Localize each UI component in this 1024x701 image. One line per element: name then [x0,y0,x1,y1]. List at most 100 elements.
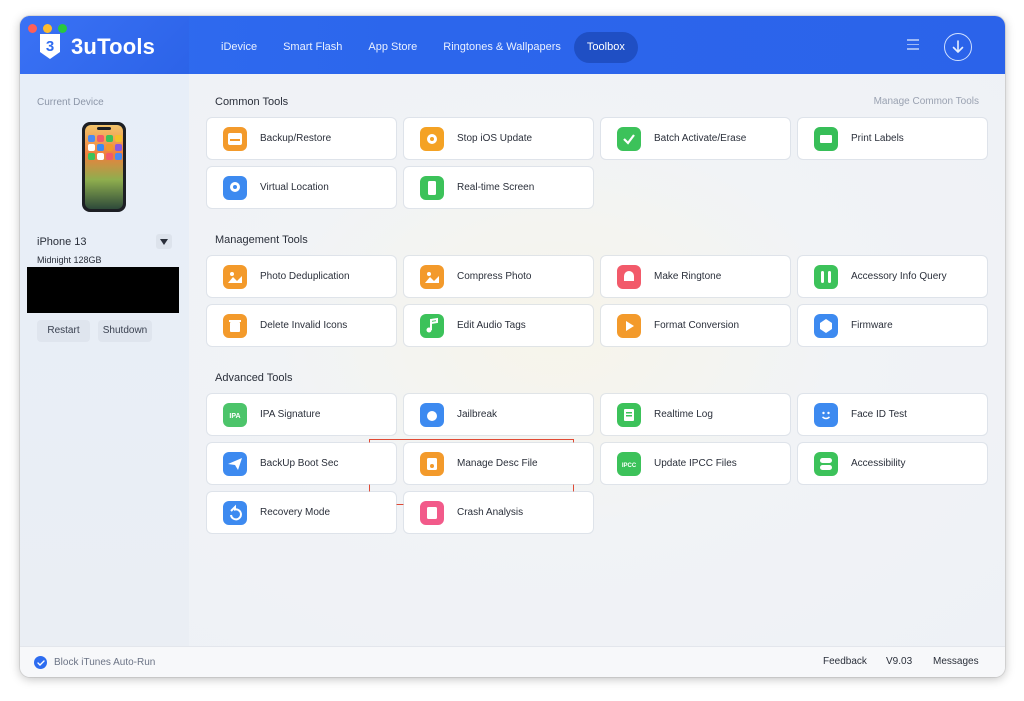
download-button[interactable] [944,33,972,61]
file-icon [420,451,444,476]
tool-ipa-signature[interactable]: IPA IPA Signature [207,394,396,435]
shield-check-icon [617,126,641,151]
manage-common-tools-link[interactable]: Manage Common Tools [874,96,979,107]
trash-icon [223,313,247,338]
caret-down-icon [160,238,168,245]
tool-label: Manage Desc File [457,458,538,469]
tool-accessory-info-query[interactable]: Accessory Info Query [798,256,987,297]
tool-label: Real-time Screen [457,182,535,193]
tool-label: Firmware [851,320,893,331]
tool-backup-boot-sec[interactable]: BackUp Boot Sec [207,443,396,484]
messages-link[interactable]: Messages [933,656,979,667]
device-name: iPhone 13 [37,236,87,248]
tool-virtual-location[interactable]: Virtual Location [207,167,396,208]
tool-backup-restore[interactable]: Backup/Restore [207,118,396,159]
tool-label: Backup/Restore [260,133,332,144]
tab-smart-flash[interactable]: Smart Flash [270,32,355,63]
tab-toolbox[interactable]: Toolbox [573,32,638,63]
tool-photo-deduplication[interactable]: Photo Deduplication [207,256,396,297]
tool-label: BackUp Boot Sec [260,458,339,469]
tool-recovery-mode[interactable]: Recovery Mode [207,492,396,533]
tool-print-labels[interactable]: Print Labels [798,118,987,159]
tool-label: Batch Activate/Erase [654,133,747,144]
tab-app-store[interactable]: App Store [355,32,430,63]
crash-icon [420,500,444,525]
common-tools-heading: Common Tools [215,96,289,108]
minimize-window-button[interactable] [43,24,52,33]
tool-label: Virtual Location [260,182,329,193]
tool-face-id-test[interactable]: Face ID Test [798,394,987,435]
tab-ringtones-wallpapers[interactable]: Ringtones & Wallpapers [430,32,574,63]
tool-label: Face ID Test [851,409,907,420]
play-icon [617,313,641,338]
recovery-icon [223,500,247,525]
logo-icon: 3 [40,34,60,59]
maximize-window-button[interactable] [58,24,67,33]
music-icon [420,313,444,338]
svg-text:IPA: IPA [229,413,240,420]
toolbox-panel: Common Tools Manage Common Tools Managem… [189,74,1005,646]
tool-label: Accessory Info Query [851,271,947,282]
tool-make-ringtone[interactable]: Make Ringtone [601,256,790,297]
brand-area: 3 3uTools [20,16,189,74]
tool-firmware[interactable]: Firmware [798,305,987,346]
tool-edit-audio-tags[interactable]: Edit Audio Tags [404,305,593,346]
tool-label: Photo Deduplication [260,271,350,282]
device-dropdown[interactable] [156,234,172,249]
tool-label: Print Labels [851,133,904,144]
firmware-icon [814,313,838,338]
block-itunes-label: Block iTunes Auto-Run [54,657,156,668]
faceid-icon [814,402,838,427]
top-bar: 3 3uTools iDevice Smart Flash App Store … [20,16,1005,74]
shutdown-button[interactable]: Shutdown [98,320,152,342]
redacted-device-info [27,267,179,313]
version-label: V9.03 [886,656,913,667]
restart-button[interactable]: Restart [37,320,90,342]
tool-compress-photo[interactable]: Compress Photo [404,256,593,297]
tool-update-ipcc-files[interactable]: IPCC Update IPCC Files [601,443,790,484]
screen-icon [420,175,444,200]
tool-label: Make Ringtone [654,271,722,282]
tool-label: Crash Analysis [457,507,524,518]
tool-realtime-log[interactable]: Realtime Log [601,394,790,435]
close-window-button[interactable] [28,24,37,33]
tool-label: Accessibility [851,458,906,469]
block-itunes-toggle[interactable]: Block iTunes Auto-Run [34,656,155,669]
toggle-icon [814,451,838,476]
app-window: 3 3uTools iDevice Smart Flash App Store … [20,16,1005,677]
tool-accessibility[interactable]: Accessibility [798,443,987,484]
tool-label: Delete Invalid Icons [260,320,348,331]
printer-icon [814,126,838,151]
tool-crash-analysis[interactable]: Crash Analysis [404,492,593,533]
tab-idevice[interactable]: iDevice [208,32,270,63]
tool-label: Edit Audio Tags [457,320,526,331]
tool-label: Stop iOS Update [457,133,533,144]
tool-batch-activate-erase[interactable]: Batch Activate/Erase [601,118,790,159]
tool-label: Realtime Log [654,409,713,420]
tool-delete-invalid-icons[interactable]: Delete Invalid Icons [207,305,396,346]
ipa-icon: IPA [223,402,247,427]
location-icon [223,175,247,200]
photo-compress-icon [420,264,444,289]
tool-jailbreak[interactable]: Jailbreak [404,394,593,435]
tool-label: Recovery Mode [260,507,331,518]
airpods-icon [814,264,838,289]
tool-label: IPA Signature [260,409,321,420]
menu-icon[interactable] [907,39,919,50]
tool-stop-ios-update[interactable]: Stop iOS Update [404,118,593,159]
advanced-tools-heading: Advanced Tools [215,372,293,384]
device-sidebar: Current Device iPhone 13 Midnight 128GB … [20,74,189,646]
backup-icon [223,126,247,151]
tool-manage-desc-file[interactable]: Manage Desc File [404,443,593,484]
gear-icon [420,126,444,151]
svg-text:3: 3 [46,38,54,55]
tool-real-time-screen[interactable]: Real-time Screen [404,167,593,208]
management-tools-heading: Management Tools [215,234,308,246]
app-title: 3uTools [71,34,156,59]
apple-icon [420,402,444,427]
checkbox-checked-icon[interactable] [34,656,47,669]
bell-icon [617,264,641,289]
tool-label: Format Conversion [654,320,740,331]
tool-format-conversion[interactable]: Format Conversion [601,305,790,346]
feedback-link[interactable]: Feedback [823,656,867,667]
